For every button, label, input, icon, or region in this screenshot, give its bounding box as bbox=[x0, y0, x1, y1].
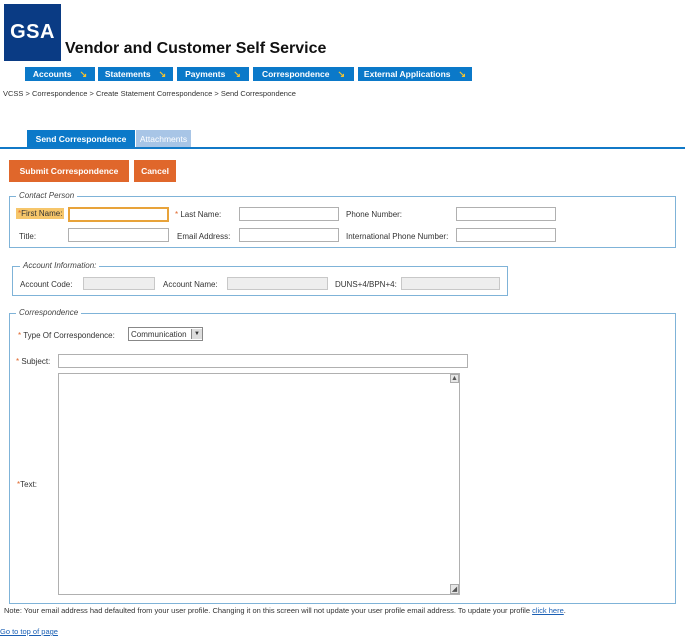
account-name-field bbox=[227, 277, 328, 290]
nav-correspondence-label: Correspondence bbox=[261, 69, 330, 79]
arrow-icon: ↘ bbox=[158, 68, 167, 79]
nav-payments[interactable]: Payments ↘ bbox=[177, 67, 249, 81]
text-area[interactable] bbox=[58, 373, 460, 595]
app-title: Vendor and Customer Self Service bbox=[65, 40, 327, 57]
international-phone-label: International Phone Number: bbox=[346, 232, 449, 241]
nav-statements[interactable]: Statements ↘ bbox=[98, 67, 173, 81]
first-name-label: *First Name: bbox=[16, 208, 65, 219]
phone-number-label: Phone Number: bbox=[346, 210, 403, 219]
email-address-label: Email Address: bbox=[177, 232, 231, 241]
chevron-down-icon: ▼ bbox=[191, 329, 202, 339]
nav-statements-label: Statements bbox=[104, 69, 151, 79]
tab-underline bbox=[0, 147, 685, 149]
nav-external-applications[interactable]: External Applications ↘ bbox=[358, 67, 472, 81]
phone-number-input[interactable] bbox=[456, 207, 556, 221]
nav-accounts-label: Accounts bbox=[32, 69, 72, 79]
nav-accounts[interactable]: Accounts ↘ bbox=[25, 67, 95, 81]
scroll-up-icon[interactable]: ▲ bbox=[450, 374, 459, 383]
account-name-label: Account Name: bbox=[163, 280, 218, 289]
international-phone-input[interactable] bbox=[456, 228, 556, 242]
subject-label: * Subject: bbox=[16, 357, 51, 366]
type-of-correspondence-select[interactable]: Communication ▼ bbox=[128, 327, 203, 341]
email-note: Note: Your email address had defaulted f… bbox=[4, 606, 566, 615]
duns-field bbox=[401, 277, 500, 290]
first-name-input[interactable] bbox=[68, 207, 169, 222]
text-label: *Text: bbox=[17, 480, 38, 489]
gsa-logo: GSA bbox=[4, 4, 61, 61]
arrow-icon: ↘ bbox=[79, 68, 88, 79]
title-input[interactable] bbox=[68, 228, 169, 242]
account-code-field bbox=[83, 277, 155, 290]
tab-attachments[interactable]: Attachments bbox=[136, 130, 191, 147]
last-name-label: * Last Name: bbox=[175, 210, 222, 219]
type-of-correspondence-label: * Type Of Correspondence: bbox=[18, 331, 115, 340]
arrow-icon: ↘ bbox=[233, 68, 241, 79]
nav-payments-label: Payments bbox=[185, 69, 226, 79]
breadcrumb: VCSS > Correspondence > Create Statement… bbox=[3, 89, 296, 98]
arrow-icon: ↘ bbox=[337, 68, 346, 79]
email-address-input[interactable] bbox=[239, 228, 339, 242]
nav-external-label: External Applications bbox=[363, 69, 451, 79]
duns-label: DUNS+4/BPN+4: bbox=[335, 280, 397, 289]
account-information-legend: Account Information: bbox=[20, 261, 100, 270]
arrow-icon: ↘ bbox=[458, 68, 467, 79]
type-value: Communication bbox=[131, 329, 187, 339]
last-name-input[interactable] bbox=[239, 207, 339, 221]
scroll-down-icon[interactable]: ◢ bbox=[450, 584, 459, 594]
contact-person-legend: Contact Person bbox=[16, 191, 78, 200]
tab-send-correspondence[interactable]: Send Correspondence bbox=[27, 130, 135, 147]
click-here-link[interactable]: click here bbox=[532, 606, 564, 615]
subject-input[interactable] bbox=[58, 354, 468, 368]
account-code-label: Account Code: bbox=[20, 280, 73, 289]
correspondence-legend: Correspondence bbox=[16, 308, 82, 317]
cancel-button[interactable]: Cancel bbox=[134, 160, 176, 182]
go-to-top-link[interactable]: Go to top of page bbox=[0, 627, 58, 636]
nav-correspondence[interactable]: Correspondence ↘ bbox=[253, 67, 354, 81]
title-label: Title: bbox=[19, 232, 37, 241]
submit-correspondence-button[interactable]: Submit Correspondence bbox=[9, 160, 129, 182]
